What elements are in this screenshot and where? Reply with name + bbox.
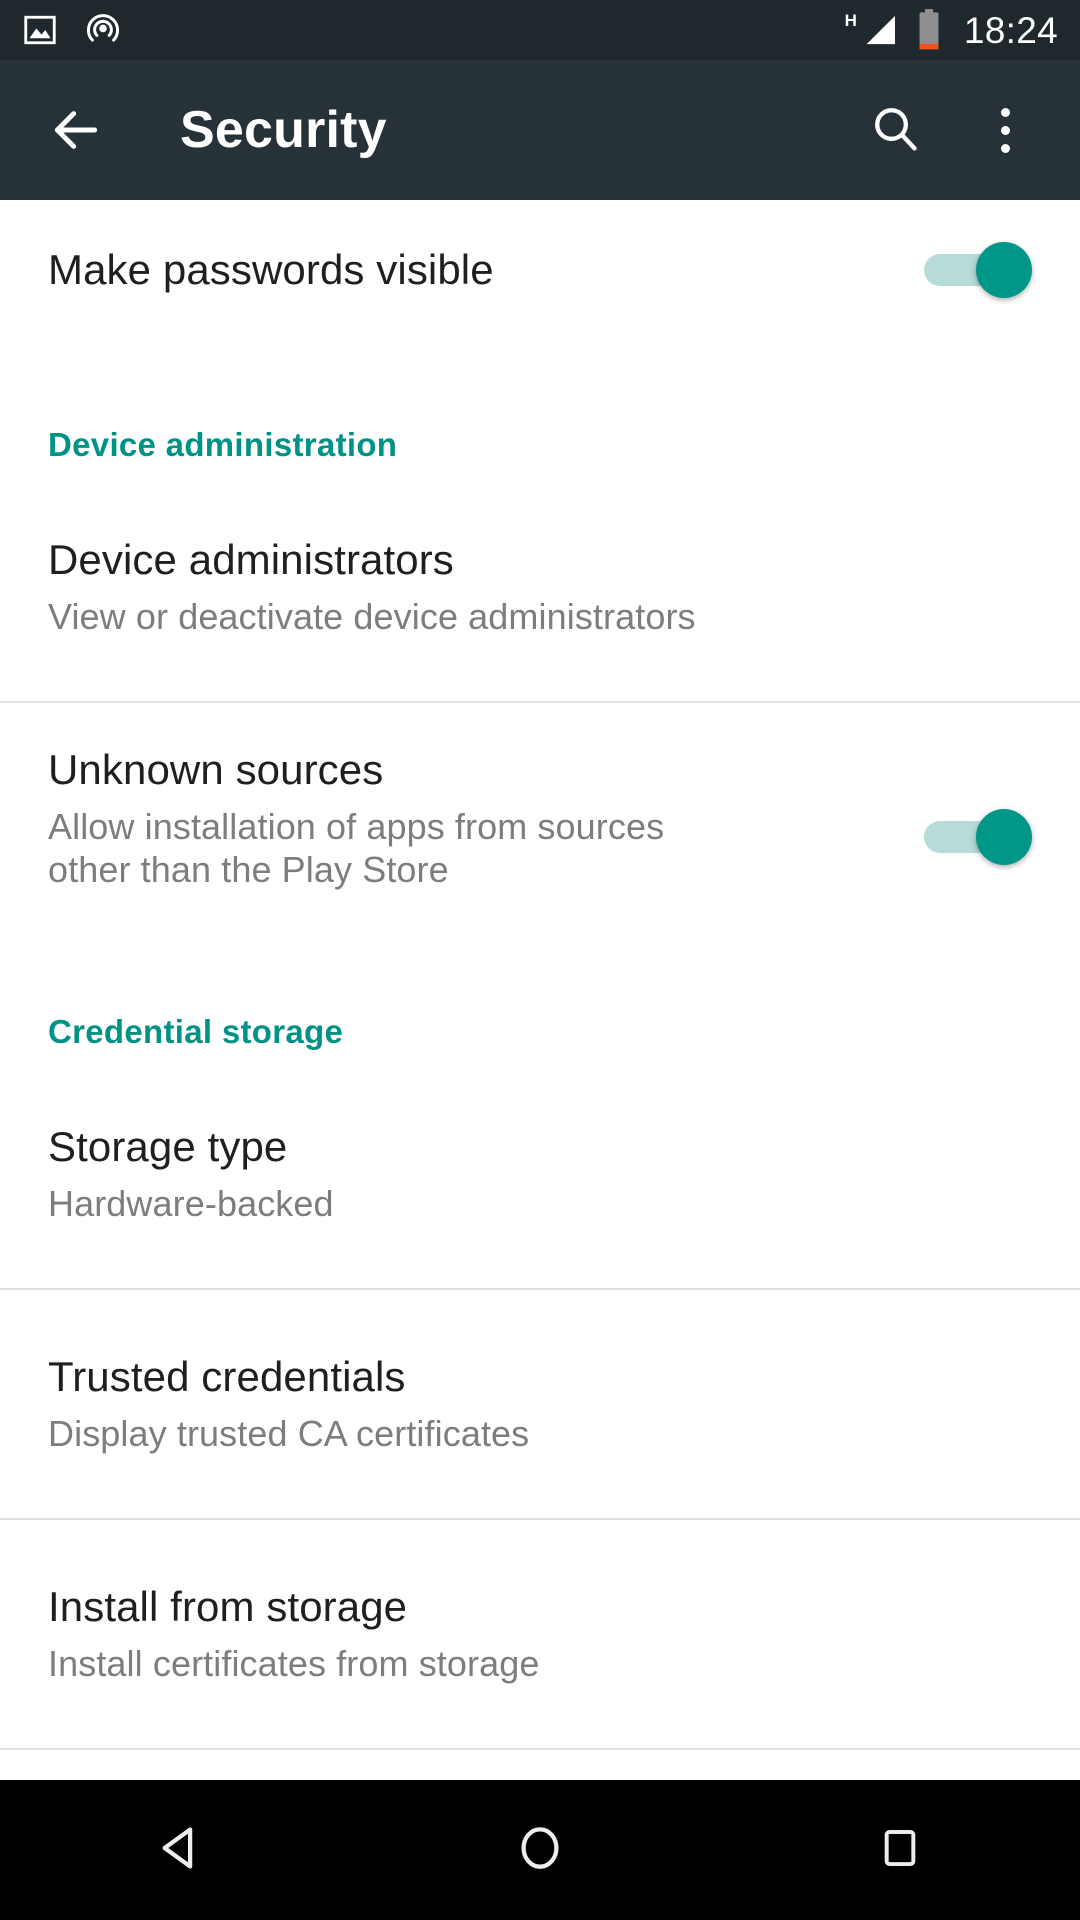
setting-row-install-from-storage[interactable]: Install from storage Install certificate… bbox=[0, 1570, 1080, 1698]
setting-subtitle: Allow installation of apps from sources … bbox=[48, 805, 665, 891]
setting-subtitle: Hardware-backed bbox=[48, 1182, 334, 1224]
setting-row-device-administrators[interactable]: Device administrators View or deactivate… bbox=[0, 523, 1080, 651]
back-button[interactable] bbox=[40, 94, 112, 166]
setting-title: Unknown sources bbox=[48, 746, 384, 793]
battery-low-icon bbox=[916, 8, 942, 52]
setting-subtitle: Install certificates from storage bbox=[48, 1642, 540, 1684]
row-text: Unknown sources Allow installation of ap… bbox=[48, 745, 900, 892]
setting-title: Device administrators bbox=[48, 536, 454, 584]
make-passwords-visible-toggle[interactable] bbox=[924, 242, 1032, 298]
back-triangle-icon bbox=[153, 1821, 207, 1880]
setting-row-trusted-credentials[interactable]: Trusted credentials Display trusted CA c… bbox=[0, 1340, 1080, 1468]
status-bar-clock: 18:24 bbox=[963, 9, 1058, 51]
app-bar-actions bbox=[860, 95, 1040, 165]
network-type-label: H bbox=[844, 11, 857, 30]
status-bar-right-icons: H 18:24 bbox=[845, 8, 1058, 52]
setting-row-storage-type[interactable]: Storage type Hardware-backed bbox=[0, 1110, 1080, 1238]
row-text: Device administrators View or deactivate… bbox=[48, 535, 1032, 638]
cast-broadcast-icon bbox=[84, 11, 122, 49]
page-title: Security bbox=[180, 101, 387, 159]
settings-list: Make passwords visible Device administra… bbox=[0, 200, 1080, 1780]
setting-row-unknown-sources[interactable]: Unknown sources Allow installation of ap… bbox=[0, 745, 1080, 945]
nav-recents-button[interactable] bbox=[810, 1780, 990, 1920]
row-text: Trusted credentials Display trusted CA c… bbox=[48, 1352, 1032, 1455]
section-header-device-administration: Device administration bbox=[48, 426, 398, 463]
setting-subtitle: Display trusted CA certificates bbox=[48, 1412, 530, 1454]
search-button[interactable] bbox=[860, 95, 930, 165]
setting-title: Storage type bbox=[48, 1123, 288, 1171]
section-header-credential-storage: Credential storage bbox=[48, 1013, 344, 1050]
setting-title: Install from storage bbox=[48, 1583, 408, 1631]
list-divider bbox=[0, 1748, 1080, 1750]
android-security-settings-screen: H 18:24 Security Make passwords visible … bbox=[0, 0, 1080, 1920]
recents-square-icon bbox=[875, 1823, 925, 1878]
row-text: Make passwords visible bbox=[48, 245, 900, 295]
app-bar: Security bbox=[0, 60, 1080, 200]
home-circle-icon bbox=[513, 1821, 567, 1880]
setting-subtitle: View or deactivate device administrators bbox=[48, 595, 696, 637]
signal-triangle-icon: H bbox=[845, 10, 902, 50]
nav-home-button[interactable] bbox=[450, 1780, 630, 1920]
setting-title: Make passwords visible bbox=[48, 246, 494, 294]
search-icon bbox=[869, 102, 921, 159]
system-navigation-bar bbox=[0, 1780, 1080, 1920]
overflow-menu-button[interactable] bbox=[970, 95, 1040, 165]
toggle-thumb bbox=[976, 809, 1032, 865]
row-text: Storage type Hardware-backed bbox=[48, 1122, 1032, 1225]
status-bar-left-icons bbox=[22, 11, 122, 49]
setting-title: Trusted credentials bbox=[48, 1353, 406, 1401]
more-vertical-icon bbox=[1000, 107, 1010, 153]
setting-row-make-passwords-visible[interactable]: Make passwords visible bbox=[0, 200, 1080, 340]
status-bar: H 18:24 bbox=[0, 0, 1080, 60]
screenshot-image-icon bbox=[22, 12, 58, 48]
nav-back-button[interactable] bbox=[90, 1780, 270, 1920]
unknown-sources-toggle[interactable] bbox=[924, 809, 1032, 865]
toggle-thumb bbox=[976, 242, 1032, 298]
row-text: Install from storage Install certificate… bbox=[48, 1582, 1032, 1685]
